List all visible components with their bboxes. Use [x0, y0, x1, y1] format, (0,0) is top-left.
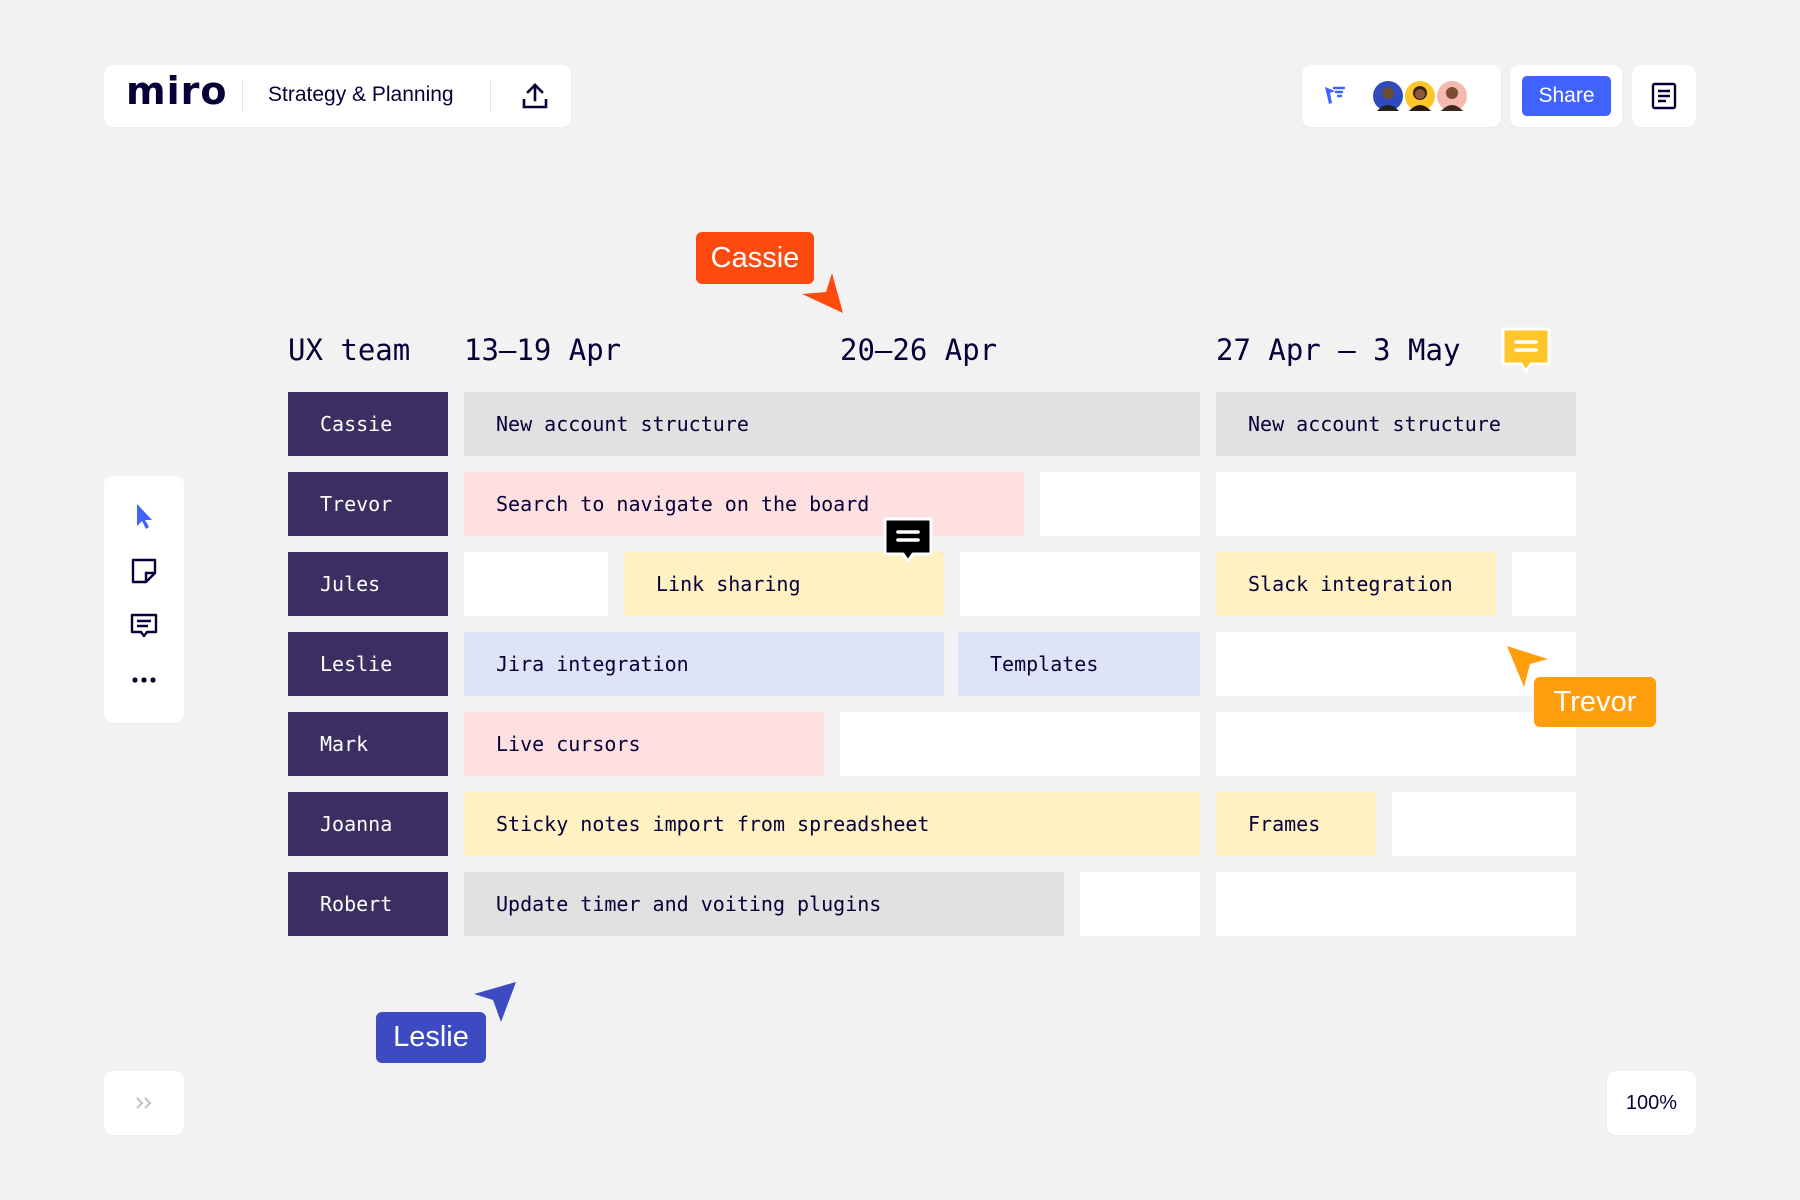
avatar-face	[1377, 87, 1399, 111]
upload-icon	[522, 83, 548, 109]
task-card[interactable]: Update timer and voiting plugins	[464, 872, 1064, 936]
cursor-label-leslie: Leslie	[376, 1012, 486, 1063]
task-card[interactable]: Frames	[1216, 792, 1376, 856]
sticky-note-tool[interactable]	[124, 551, 164, 591]
empty-slot[interactable]	[1216, 712, 1576, 776]
miro-logo[interactable]: miro	[126, 69, 227, 113]
share-button[interactable]: Share	[1522, 76, 1611, 116]
sticky-note-icon	[131, 558, 157, 584]
more-icon	[132, 677, 156, 683]
empty-slot[interactable]	[960, 552, 1200, 616]
comment-pin[interactable]	[882, 516, 934, 568]
upload-button[interactable]	[515, 76, 555, 116]
empty-slot[interactable]	[1040, 472, 1200, 536]
member-name-trevor[interactable]: Trevor	[288, 472, 448, 536]
notes-button[interactable]	[1644, 76, 1684, 116]
zoom-level[interactable]: 100%	[1607, 1071, 1696, 1135]
empty-slot[interactable]	[840, 712, 1200, 776]
comment-icon	[1501, 327, 1551, 373]
select-icon	[137, 504, 152, 529]
member-name-mark[interactable]: Mark	[288, 712, 448, 776]
task-card[interactable]: Search to navigate on the board	[464, 472, 1024, 536]
select-tool[interactable]	[124, 496, 164, 536]
task-card[interactable]: New account structure	[464, 392, 1200, 456]
week-header-3: 27 Apr – 3 May	[1216, 333, 1461, 367]
notes-icon	[1651, 82, 1677, 110]
comment-icon	[883, 517, 933, 563]
board-title[interactable]: Strategy & Planning	[268, 83, 454, 107]
empty-slot[interactable]	[1392, 792, 1576, 856]
empty-slot[interactable]	[1512, 552, 1576, 616]
task-card[interactable]: Templates	[958, 632, 1200, 696]
avatar[interactable]	[1435, 79, 1469, 113]
cursor-label-cassie: Cassie	[696, 232, 814, 284]
more-tools-button[interactable]	[124, 660, 164, 700]
attention-flag-icon	[1325, 86, 1346, 104]
week-header-1: 13–19 Apr	[464, 333, 622, 367]
cursor-label-trevor: Trevor	[1534, 677, 1656, 727]
member-name-joanna[interactable]: Joanna	[288, 792, 448, 856]
empty-slot[interactable]	[1216, 472, 1576, 536]
comment-pin[interactable]	[1500, 326, 1552, 378]
cursor-arrow-icon	[802, 273, 843, 313]
comment-icon	[130, 613, 158, 638]
member-name-robert[interactable]: Robert	[288, 872, 448, 936]
team-label: UX team	[288, 333, 411, 367]
board-header-panel: miro Strategy & Planning	[104, 65, 571, 127]
expand-panel	[104, 1071, 184, 1135]
collaborators-panel	[1302, 65, 1501, 127]
task-card[interactable]: Jira integration	[464, 632, 944, 696]
member-name-jules[interactable]: Jules	[288, 552, 448, 616]
attention-management-button[interactable]	[1318, 80, 1350, 112]
divider	[490, 81, 491, 111]
comment-tool[interactable]	[124, 606, 164, 646]
divider	[242, 81, 243, 111]
task-card[interactable]: Sticky notes import from spreadsheet	[464, 792, 1200, 856]
notes-panel	[1632, 65, 1696, 127]
task-card[interactable]: New account structure	[1216, 392, 1576, 456]
avatar-face	[1441, 87, 1463, 111]
left-toolbar	[104, 476, 184, 723]
expand-button[interactable]	[124, 1083, 164, 1123]
task-card[interactable]: Live cursors	[464, 712, 824, 776]
expand-icon	[136, 1097, 152, 1109]
member-name-leslie[interactable]: Leslie	[288, 632, 448, 696]
avatar[interactable]	[1403, 79, 1437, 113]
week-header-2: 20–26 Apr	[840, 333, 998, 367]
empty-slot[interactable]	[1216, 872, 1576, 936]
member-name-cassie[interactable]: Cassie	[288, 392, 448, 456]
avatar-face	[1409, 86, 1431, 111]
empty-slot[interactable]	[1080, 872, 1200, 936]
task-card[interactable]: Slack integration	[1216, 552, 1496, 616]
empty-slot[interactable]	[464, 552, 608, 616]
avatar[interactable]	[1371, 79, 1405, 113]
zoom-panel: 100%	[1607, 1071, 1696, 1135]
share-panel: Share	[1510, 65, 1622, 127]
